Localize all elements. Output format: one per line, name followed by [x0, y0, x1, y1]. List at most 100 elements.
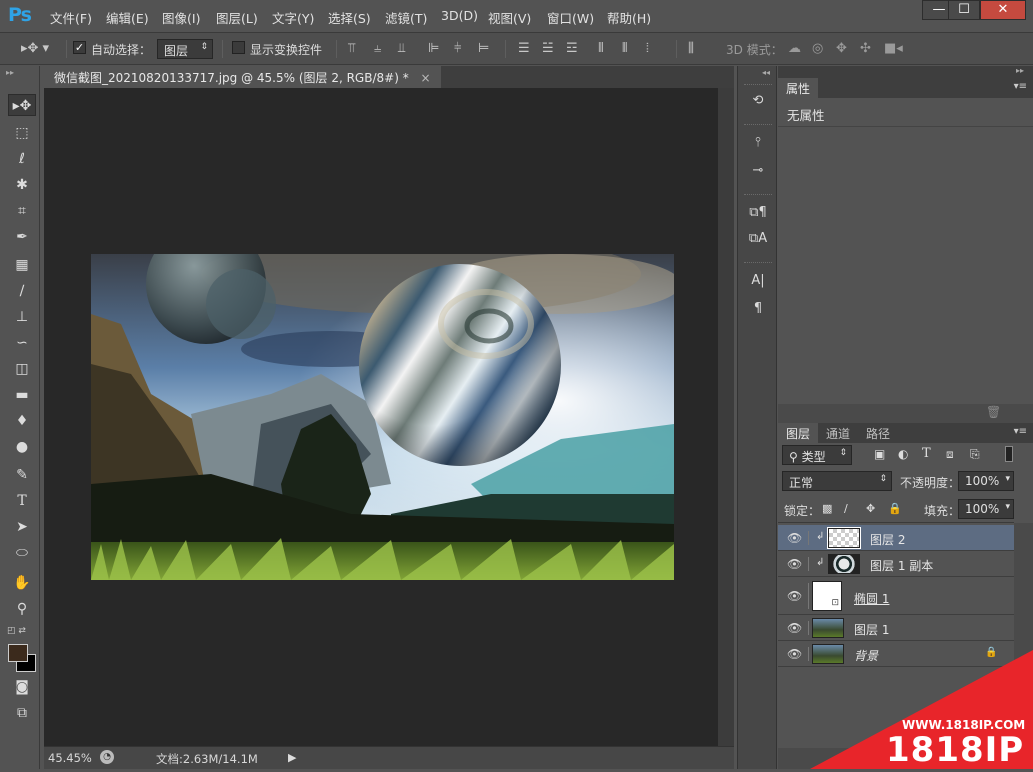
align-hcenter-icon[interactable]: ⫩ [454, 41, 461, 56]
distribute-vcenter-icon[interactable]: ☱ [542, 41, 554, 56]
blur-tool-icon[interactable]: ♦ [8, 410, 36, 432]
align-vcenter-icon[interactable]: ⫨ [374, 41, 381, 56]
pen-tool-icon[interactable]: ✎ [8, 464, 36, 486]
layer-filter-dropdown[interactable]: ⚲ 类型 ⇕ [782, 445, 852, 465]
panel-menu-icon[interactable]: ▾≡ [1014, 81, 1027, 92]
tab-properties[interactable]: 属性 [778, 78, 819, 98]
filter-shape-icon[interactable]: ⧈ [946, 447, 954, 462]
menu-image[interactable]: 图像(I) [162, 8, 200, 27]
3d-pan-icon[interactable]: ✥ [836, 41, 847, 56]
menu-type[interactable]: 文字(Y) [272, 8, 314, 27]
quick-mask-icon[interactable]: ◙ [8, 676, 36, 698]
filter-smartobject-icon[interactable]: ⎘ [970, 447, 980, 462]
collapse-icon[interactable]: ▸▸ [6, 68, 14, 77]
3d-scale-icon[interactable]: ■◂ [884, 41, 903, 56]
menu-filter[interactable]: 滤镜(T) [385, 8, 427, 27]
paragraph-styles-icon[interactable]: ⧉¶ [746, 202, 770, 224]
menu-3d[interactable]: 3D(D) [441, 8, 478, 23]
distribute-bottom-icon[interactable]: ☲ [566, 41, 578, 56]
auto-align-icon[interactable]: ⫼ [688, 41, 694, 56]
menu-window[interactable]: 窗口(W) [547, 8, 594, 27]
lasso-tool-icon[interactable]: ℓ [8, 148, 36, 170]
auto-select-dropdown[interactable]: 图层 ⇕ [157, 39, 213, 59]
eyedropper-tool-icon[interactable]: ✒ [8, 226, 36, 248]
layer-row[interactable]: 👁 图层 1 [778, 615, 1014, 641]
lock-transparent-icon[interactable]: ▩ [822, 502, 832, 515]
align-bottom-icon[interactable]: ⫫ [398, 41, 405, 56]
blend-mode-dropdown[interactable]: 正常 ⇕ [782, 471, 892, 491]
stamp-tool-icon[interactable]: ⊥ [8, 306, 36, 328]
ellipse-tool-icon[interactable]: ⬭ [8, 542, 36, 564]
3d-roll-icon[interactable]: ◎ [812, 41, 823, 56]
filter-type-icon[interactable]: T [922, 446, 931, 461]
menu-help[interactable]: 帮助(H) [607, 8, 651, 27]
document-tab[interactable]: 微信截图_20210820133717.jpg @ 45.5% (图层 2, R… [44, 66, 441, 88]
layer-name[interactable]: 图层 1 副本 [870, 557, 933, 574]
visibility-eye-icon[interactable]: 👁 [787, 621, 802, 635]
maximize-button[interactable]: ☐ [948, 0, 980, 20]
collapse-icon[interactable]: ◂◂ [762, 68, 770, 77]
eraser-tool-icon[interactable]: ◫ [8, 358, 36, 380]
zoom-tool-icon[interactable]: ⚲ [8, 598, 36, 620]
fill-input[interactable]: 100% ▾ [958, 499, 1014, 519]
tab-layers[interactable]: 图层 [778, 423, 819, 443]
close-window-button[interactable]: ✕ [980, 0, 1026, 20]
type-tool-icon[interactable]: T [8, 490, 36, 512]
menu-view[interactable]: 视图(V) [488, 8, 531, 27]
3d-slide-icon[interactable]: ✣ [860, 41, 871, 56]
distribute-hcenter-icon[interactable]: ⫴ [622, 41, 627, 56]
menu-select[interactable]: 选择(S) [328, 8, 371, 27]
visibility-eye-icon[interactable]: 👁 [787, 589, 802, 603]
layer-row[interactable]: 👁 ⊡ 椭圆 1 [778, 577, 1014, 615]
visibility-eye-icon[interactable]: 👁 [787, 647, 802, 661]
lock-pixels-icon[interactable]: ∕ [844, 502, 848, 515]
close-tab-icon[interactable]: × [421, 71, 431, 85]
export-icon[interactable]: ◔ [100, 750, 114, 764]
opacity-input[interactable]: 100% ▾ [958, 471, 1014, 491]
distribute-left-icon[interactable]: ⦀ [598, 41, 604, 56]
crop-tool-icon[interactable]: ⌗ [8, 200, 36, 222]
distribute-right-icon[interactable]: ⦙ [646, 41, 649, 56]
move-tool-preset-icon[interactable]: ▸✥ ▾ [20, 41, 50, 56]
tab-paths[interactable]: 路径 [858, 423, 898, 443]
layer-name[interactable]: 椭圆 1 [854, 590, 889, 607]
layer-row[interactable]: 👁 ↲ 图层 2 [778, 525, 1014, 551]
lock-all-icon[interactable]: 🔒 [888, 502, 902, 515]
brush-panel-icon[interactable]: ⊸ [746, 160, 770, 182]
hand-tool-icon[interactable]: ✋ [8, 572, 36, 594]
screen-mode-icon[interactable]: ⧉ [8, 702, 36, 724]
filter-adjustment-icon[interactable]: ◐ [898, 447, 908, 461]
distribute-top-icon[interactable]: ☰ [518, 41, 530, 56]
healing-brush-tool-icon[interactable]: ▦ [8, 254, 36, 276]
zoom-level[interactable]: 45.45% [48, 751, 92, 765]
align-left-icon[interactable]: ⊫ [428, 41, 439, 56]
path-selection-tool-icon[interactable]: ➤ [8, 516, 36, 538]
align-right-icon[interactable]: ⊨ [478, 41, 489, 56]
visibility-eye-icon[interactable]: 👁 [787, 531, 802, 545]
show-transform-checkbox[interactable] [232, 41, 245, 54]
default-colors-icon[interactable]: ◰ ⇄ [7, 626, 26, 636]
magic-wand-tool-icon[interactable]: ✱ [8, 174, 36, 196]
layer-name[interactable]: 图层 1 [854, 621, 889, 638]
tab-channels[interactable]: 通道 [818, 423, 858, 443]
brush-tool-icon[interactable]: ∕ [8, 280, 36, 302]
filter-toggle[interactable] [1005, 446, 1013, 462]
menu-file[interactable]: 文件(F) [50, 8, 92, 27]
paragraph-panel-icon[interactable]: ¶ [746, 298, 770, 320]
character-panel-icon[interactable]: A| [746, 270, 770, 292]
history-brush-tool-icon[interactable]: ∽ [8, 332, 36, 354]
menu-edit[interactable]: 编辑(E) [106, 8, 149, 27]
lock-position-icon[interactable]: ✥ [866, 502, 875, 515]
expand-icon[interactable]: ▸▸ [1016, 66, 1024, 75]
layer-row[interactable]: 👁 ↲ 图层 1 副本 [778, 551, 1014, 577]
marquee-tool-icon[interactable]: ⬚ [8, 122, 36, 144]
layer-name[interactable]: 图层 2 [870, 531, 905, 548]
3d-rotate-icon[interactable]: ☁ [788, 41, 801, 56]
history-panel-icon[interactable]: ⟲ [746, 90, 770, 112]
menu-layer[interactable]: 图层(L) [216, 8, 258, 27]
foreground-color-swatch[interactable] [8, 644, 28, 662]
move-tool-icon[interactable]: ▸✥ [8, 94, 36, 116]
auto-select-checkbox[interactable]: ✓ [73, 41, 86, 54]
align-top-icon[interactable]: ⫪ [348, 41, 355, 56]
dodge-tool-icon[interactable]: ● [8, 436, 36, 458]
